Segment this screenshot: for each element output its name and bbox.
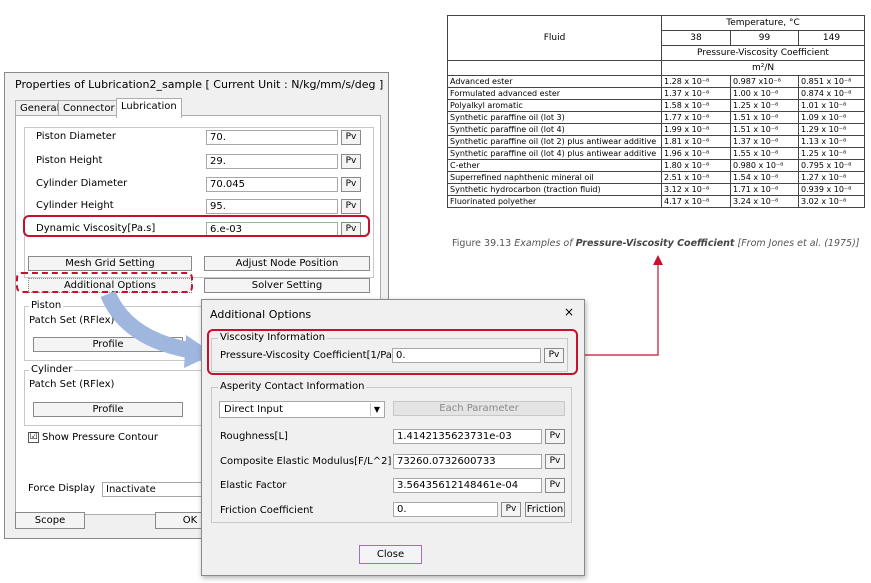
- value-cell: 1.71 x 10⁻⁸: [730, 183, 799, 196]
- value-cell: 1.77 x 10⁻⁸: [661, 111, 731, 124]
- composite-modulus-pv-button[interactable]: Pv: [545, 454, 565, 469]
- temp-col-2: 99: [730, 30, 799, 46]
- figure-caption: Figure 39.13 Examples of Pressure-Viscos…: [452, 238, 860, 249]
- table-row: Synthetic paraffine oil (lot 4) 1.99 x 10…: [447, 123, 866, 136]
- fluid-cell: Synthetic paraffine oil (lot 4) plus ant…: [447, 147, 662, 160]
- value-cell: 1.51 x 10⁻⁸: [730, 111, 799, 124]
- value-cell: 1.25 x 10⁻⁸: [730, 99, 799, 112]
- elastic-factor-input[interactable]: 3.56435612148461e-04: [393, 478, 542, 493]
- value-cell: 0.874 x 10⁻⁸: [797, 87, 866, 100]
- additional-options-title: Additional Options: [210, 308, 312, 321]
- fluid-cell: Fluorinated polyether: [447, 195, 662, 208]
- roughness-input[interactable]: 1.4142135623731e-03: [393, 429, 542, 444]
- roughness-label: Roughness[L]: [220, 431, 288, 442]
- reference-link-line: [584, 262, 659, 356]
- value-cell: 4.17 x 10⁻⁸: [661, 195, 731, 208]
- value-cell: 1.58 x 10⁻⁸: [661, 99, 731, 112]
- roughness-pv-button[interactable]: Pv: [545, 429, 565, 444]
- fluid-cell: Synthetic paraffine oil (lot 2) plus ant…: [447, 135, 662, 148]
- caption-italic-a: Examples of: [514, 238, 576, 249]
- fluid-cell: C-ether: [447, 159, 662, 172]
- value-cell: 1.51 x 10⁻⁸: [730, 123, 799, 136]
- value-cell: 1.27 x 10⁻⁸: [797, 171, 866, 184]
- value-cell: 1.96 x 10⁻⁸: [661, 147, 731, 160]
- value-cell: 1.13 x 10⁻⁸: [797, 135, 866, 148]
- friction-coefficient-pv-button[interactable]: Pv: [501, 502, 521, 517]
- table-row: Polyalkyl aromatic 1.58 x 10⁻⁸ 1.25 x 10⁻⁸…: [447, 99, 866, 112]
- table-unit-row: m²/N: [447, 60, 866, 76]
- value-cell: 1.25 x 10⁻⁸: [797, 147, 866, 160]
- caption-prefix: Figure 39.13: [452, 238, 515, 249]
- value-cell: 3.12 x 10⁻⁸: [661, 183, 731, 196]
- unit-header: m²/N: [660, 60, 866, 76]
- table-row: Synthetic hydrocarbon (traction fluid) 3.…: [447, 183, 866, 196]
- fluid-cell: Formulated advanced ester: [447, 87, 662, 100]
- asperity-mode-value: Direct Input: [224, 404, 284, 415]
- value-cell: 1.81 x 10⁻⁸: [661, 135, 731, 148]
- elastic-factor-pv-button[interactable]: Pv: [545, 478, 565, 493]
- value-cell: 1.00 x 10⁻⁸: [730, 87, 799, 100]
- value-cell: 0.980 x 10⁻⁸: [730, 159, 799, 172]
- tab-lubrication[interactable]: Lubrication: [116, 98, 182, 118]
- value-cell: 1.01 x 10⁻⁸: [797, 99, 866, 112]
- fluid-cell: Polyalkyl aromatic: [447, 99, 662, 112]
- temp-col-3: 149: [797, 30, 866, 46]
- value-cell: 2.51 x 10⁻⁸: [661, 171, 731, 184]
- value-cell: 0.987 x10⁻⁸: [730, 75, 799, 88]
- curved-arrow-shaft: [100, 290, 190, 358]
- temperature-header: Temperature, °C: [660, 15, 866, 31]
- value-cell: 3.02 x 10⁻⁸: [797, 195, 866, 208]
- table-row: Fluorinated polyether 4.17 x 10⁻⁸ 3.24 x 1…: [447, 195, 866, 208]
- coefficient-header: Pressure-Viscosity Coefficient: [660, 45, 866, 61]
- fluid-cell: Superrefined naphthenic mineral oil: [447, 171, 662, 184]
- value-cell: 1.37 x 10⁻⁸: [730, 135, 799, 148]
- value-cell: 0.795 x 10⁻⁸: [797, 159, 866, 172]
- close-button[interactable]: Close: [359, 545, 422, 564]
- reference-link-arrowhead: [653, 255, 663, 265]
- chevron-down-icon: ▼: [370, 403, 383, 416]
- table-row: Formulated advanced ester 1.37 x 10⁻⁸ 1.00…: [447, 87, 866, 100]
- composite-modulus-label: Composite Elastic Modulus[F/L^2]: [220, 456, 392, 467]
- temp-col-1: 38: [661, 30, 731, 46]
- caption-italic-b: [From Jones et al. (1975)]: [734, 238, 860, 249]
- asperity-contact-group: Asperity Contact Information Direct Inpu…: [211, 381, 572, 523]
- table-row: Synthetic paraffine oil (lot 3) 1.77 x 10…: [447, 111, 866, 124]
- value-cell: 1.29 x 10⁻⁸: [797, 123, 866, 136]
- pressure-viscosity-table: Fluid Temperature, °C 38 99 149 Pressure…: [447, 15, 866, 208]
- friction-button[interactable]: Friction: [525, 502, 565, 517]
- value-cell: 1.54 x 10⁻⁸: [730, 171, 799, 184]
- table-row: Synthetic paraffine oil (lot 4) plus ant…: [447, 147, 866, 160]
- fluid-header: Fluid: [447, 15, 662, 61]
- table-header-row: Fluid Temperature, °C: [447, 15, 866, 61]
- value-cell: 1.28 x 10⁻⁸: [661, 75, 731, 88]
- each-parameter-button[interactable]: Each Parameter: [393, 401, 565, 416]
- composite-modulus-input[interactable]: 73260.0732600733: [393, 454, 542, 469]
- value-cell: 1.80 x 10⁻⁸: [661, 159, 731, 172]
- asperity-contact-legend: Asperity Contact Information: [218, 381, 367, 392]
- value-cell: 1.37 x 10⁻⁸: [661, 87, 731, 100]
- fluid-cell: Synthetic hydrocarbon (traction fluid): [447, 183, 662, 196]
- caption-bold: Pressure-Viscosity Coefficient: [575, 238, 735, 249]
- friction-coefficient-label: Friction Coefficient: [220, 505, 314, 516]
- close-icon[interactable]: ×: [564, 305, 574, 319]
- table-row: Synthetic paraffine oil (lot 2) plus ant…: [447, 135, 866, 148]
- value-cell: 0.939 x 10⁻⁸: [797, 183, 866, 196]
- fluid-cell: Synthetic paraffine oil (lot 3): [447, 111, 662, 124]
- fluid-cell: Synthetic paraffine oil (lot 4): [447, 123, 662, 136]
- asperity-mode-select[interactable]: Direct Input ▼: [219, 401, 385, 418]
- friction-coefficient-input[interactable]: 0.: [393, 502, 498, 517]
- value-cell: 1.09 x 10⁻⁸: [797, 111, 866, 124]
- value-cell: 1.55 x 10⁻⁸: [730, 147, 799, 160]
- table-row: Advanced ester 1.28 x 10⁻⁸ 0.987 x10⁻⁸ 0.85…: [447, 75, 866, 88]
- value-cell: 3.24 x 10⁻⁸: [730, 195, 799, 208]
- value-cell: 1.99 x 10⁻⁸: [661, 123, 731, 136]
- fluid-cell: Advanced ester: [447, 75, 662, 88]
- elastic-factor-label: Elastic Factor: [220, 480, 287, 491]
- pressure-viscosity-highlight: [207, 329, 578, 375]
- table-row: C-ether 1.80 x 10⁻⁸ 0.980 x 10⁻⁸ 0.795 x 10…: [447, 159, 866, 172]
- table-row: Superrefined naphthenic mineral oil 2.51 …: [447, 171, 866, 184]
- value-cell: 0.851 x 10⁻⁸: [797, 75, 866, 88]
